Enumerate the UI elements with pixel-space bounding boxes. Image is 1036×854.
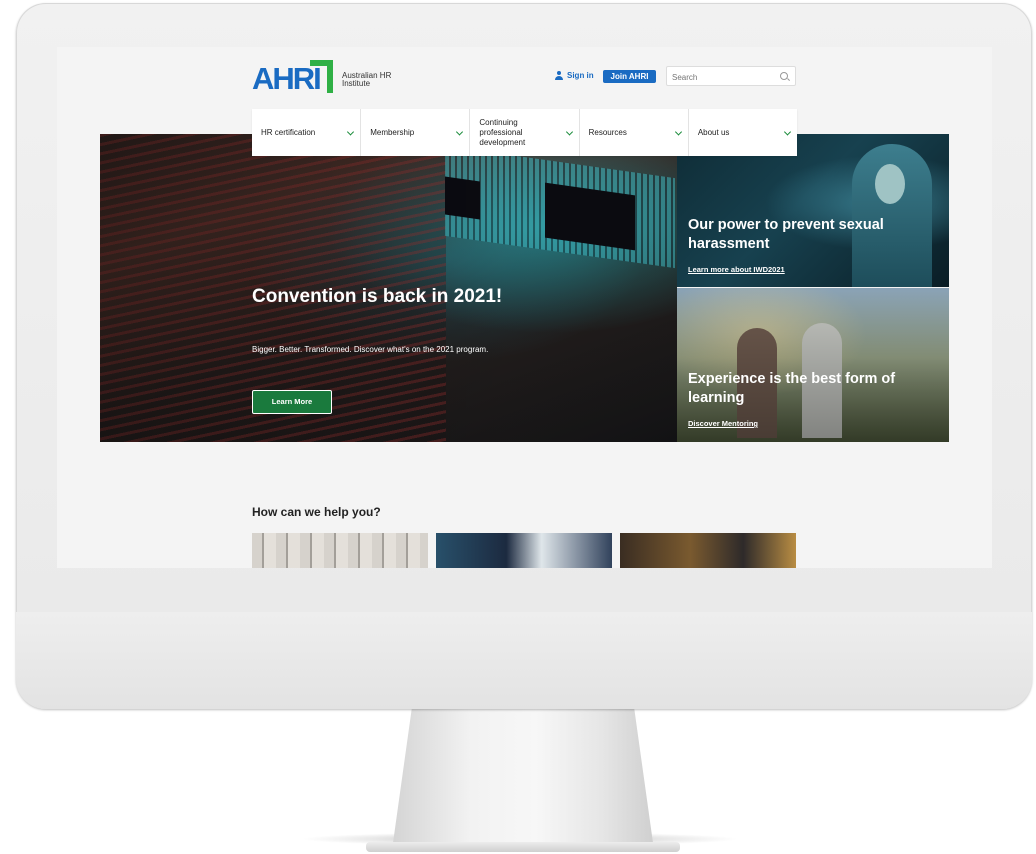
feature-card-iwd[interactable]: Our power to prevent sexual harassment L… <box>677 134 949 287</box>
chevron-down-icon <box>783 127 792 136</box>
hero-title: Convention is back in 2021! <box>252 286 503 307</box>
help-tile-image[interactable] <box>252 533 428 568</box>
card-link[interactable]: Discover Mentoring <box>688 419 758 428</box>
nav-item-resources[interactable]: Resources <box>580 109 689 156</box>
help-section-title: How can we help you? <box>252 505 381 519</box>
hero-subtitle: Bigger. Better. Transformed. Discover wh… <box>252 345 489 354</box>
sign-in-label: Sign in <box>567 71 594 80</box>
monitor-chin <box>16 612 1032 709</box>
card-title: Experience is the best form of learning <box>688 371 896 406</box>
feature-card-mentoring[interactable]: Experience is the best form of learning … <box>677 288 949 442</box>
learn-more-button[interactable]: Learn More <box>252 390 332 414</box>
search-input[interactable] <box>667 68 772 87</box>
hero-banner: Convention is back in 2021! Bigger. Bett… <box>100 134 677 442</box>
nav-item-hr-certification[interactable]: HR certification <box>252 109 362 156</box>
card-title: Our power to prevent sexual harassment <box>688 217 884 252</box>
nav-item-about-us[interactable]: About us <box>689 109 797 156</box>
logo-bracket-icon <box>310 60 333 93</box>
card-link[interactable]: Learn more about IWD2021 <box>688 265 785 274</box>
monitor-stand-base <box>366 842 680 852</box>
nav-item-cpd[interactable]: Continuing professional development <box>470 109 580 156</box>
help-tile-image[interactable] <box>620 533 796 568</box>
nav-item-membership[interactable]: Membership <box>361 109 471 156</box>
chevron-down-icon <box>565 127 573 136</box>
nav-item-label: About us <box>697 127 730 137</box>
screen: AHRI Australian HR Institute Sign in Joi… <box>57 47 992 568</box>
search-icon[interactable] <box>780 72 788 80</box>
nav-item-label: HR certification <box>261 127 316 137</box>
logo-subtitle: Australian HR Institute <box>342 71 392 88</box>
ahri-logo[interactable]: AHRI Australian HR Institute <box>252 60 392 96</box>
nav-item-label: Membership <box>370 127 415 137</box>
chevron-down-icon <box>347 127 355 136</box>
search-box <box>666 66 796 87</box>
user-icon <box>555 71 563 80</box>
join-button[interactable]: Join AHRI <box>603 70 656 83</box>
main-nav: HR certification Membership Continuing p… <box>252 109 797 156</box>
sign-in-link[interactable]: Sign in <box>555 71 594 80</box>
chevron-down-icon <box>674 127 682 136</box>
nav-item-label: Resources <box>588 127 627 137</box>
help-tile-image[interactable] <box>436 533 612 568</box>
monitor-stand <box>392 700 654 850</box>
nav-item-label: Continuing professional development <box>479 117 526 147</box>
card-image-face <box>875 164 905 204</box>
chevron-down-icon <box>456 127 464 136</box>
